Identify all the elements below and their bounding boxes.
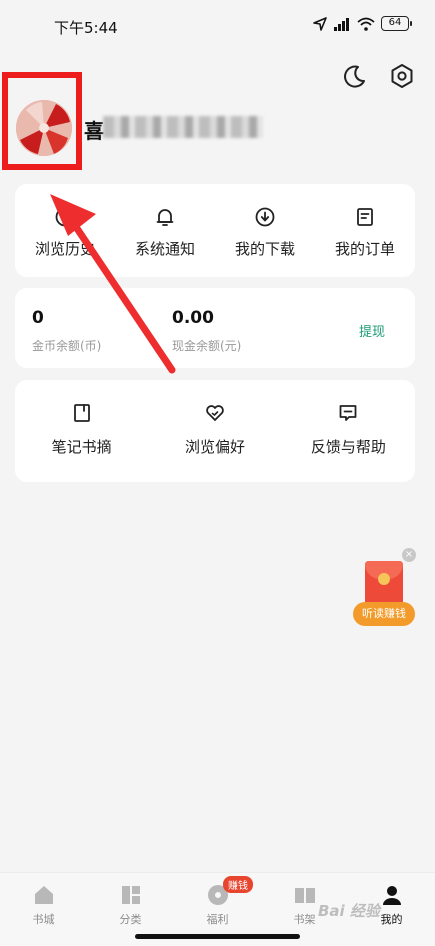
nav-badge: 赚钱 [223,876,253,893]
cash-balance-label: 现金余额(元) [172,339,242,353]
battery-indicator: 64 [381,16,412,31]
home-indicator[interactable] [135,934,300,939]
status-icons: 64 [313,16,412,31]
category-icon [121,886,140,904]
avatar[interactable] [16,100,72,156]
watermark: Bai 经验 [318,902,380,920]
wifi-icon [357,17,375,31]
tool-preferences[interactable]: 浏览偏好 [148,380,281,482]
balance-card: 0 金币余额(币) 0.00 现金余额(元) 提现 [15,288,415,368]
listen-earn-button[interactable]: 听读赚钱 [353,602,415,626]
cash-balance[interactable]: 0.00 现金余额(元) [172,308,241,354]
tool-feedback[interactable]: 反馈与帮助 [282,380,415,482]
profile-icon [382,886,401,905]
tool-label: 浏览偏好 [184,438,245,456]
quick-action-orders[interactable]: 我的订单 [315,184,415,277]
download-icon [255,207,275,227]
tool-label: 笔记书摘 [51,438,112,456]
nav-label: 我的 [380,913,403,926]
tool-label: 反馈与帮助 [310,438,386,456]
feedback-icon [339,405,357,421]
status-bar: 下午5:44 64 [0,0,435,52]
red-packet-coin-icon [378,573,390,585]
quick-action-label: 系统通知 [134,240,195,258]
heart-icon [206,405,224,421]
quick-action-notifications[interactable]: 系统通知 [115,184,215,277]
quick-action-label: 我的下载 [234,240,295,258]
nav-label: 书架 [293,913,316,926]
note-icon [73,404,90,422]
order-icon [357,208,373,226]
quick-actions-card: 浏览历史 系统通知 我的下载 我的订单 [15,184,415,277]
tool-notes[interactable]: 笔记书摘 [15,380,148,482]
location-icon [313,16,327,31]
history-icon [55,207,75,227]
nickname-redacted [103,116,263,138]
quick-action-history[interactable]: 浏览历史 [15,184,115,277]
moon-icon[interactable] [340,62,368,90]
quick-action-label: 我的订单 [334,240,395,258]
quick-action-downloads[interactable]: 我的下载 [215,184,315,277]
status-time: 下午5:44 [54,19,118,37]
signal-icon [334,17,349,31]
close-icon[interactable]: × [402,548,416,562]
nickname[interactable]: 喜 [84,115,104,144]
coin-balance-label: 金币余额(币) [32,339,102,353]
settings-icon[interactable] [388,62,416,90]
nav-label: 分类 [119,913,142,926]
tools-card: 笔记书摘 浏览偏好 反馈与帮助 [15,380,415,482]
nav-label: 福利 [206,913,229,926]
nav-bookstore[interactable]: 书城 [0,873,87,946]
cash-balance-value: 0.00 [172,308,214,328]
home-icon [34,886,53,904]
bookshelf-icon [294,888,315,903]
avatar-highlight-frame [2,72,82,170]
avatar-image [16,100,72,156]
coin-balance-value: 0 [32,308,44,328]
coin-balance[interactable]: 0 金币余额(币) [32,308,101,354]
quick-action-label: 浏览历史 [34,240,95,258]
withdraw-button[interactable]: 提现 [359,321,385,340]
nav-label: 书城 [32,913,55,926]
bell-icon [156,209,174,226]
